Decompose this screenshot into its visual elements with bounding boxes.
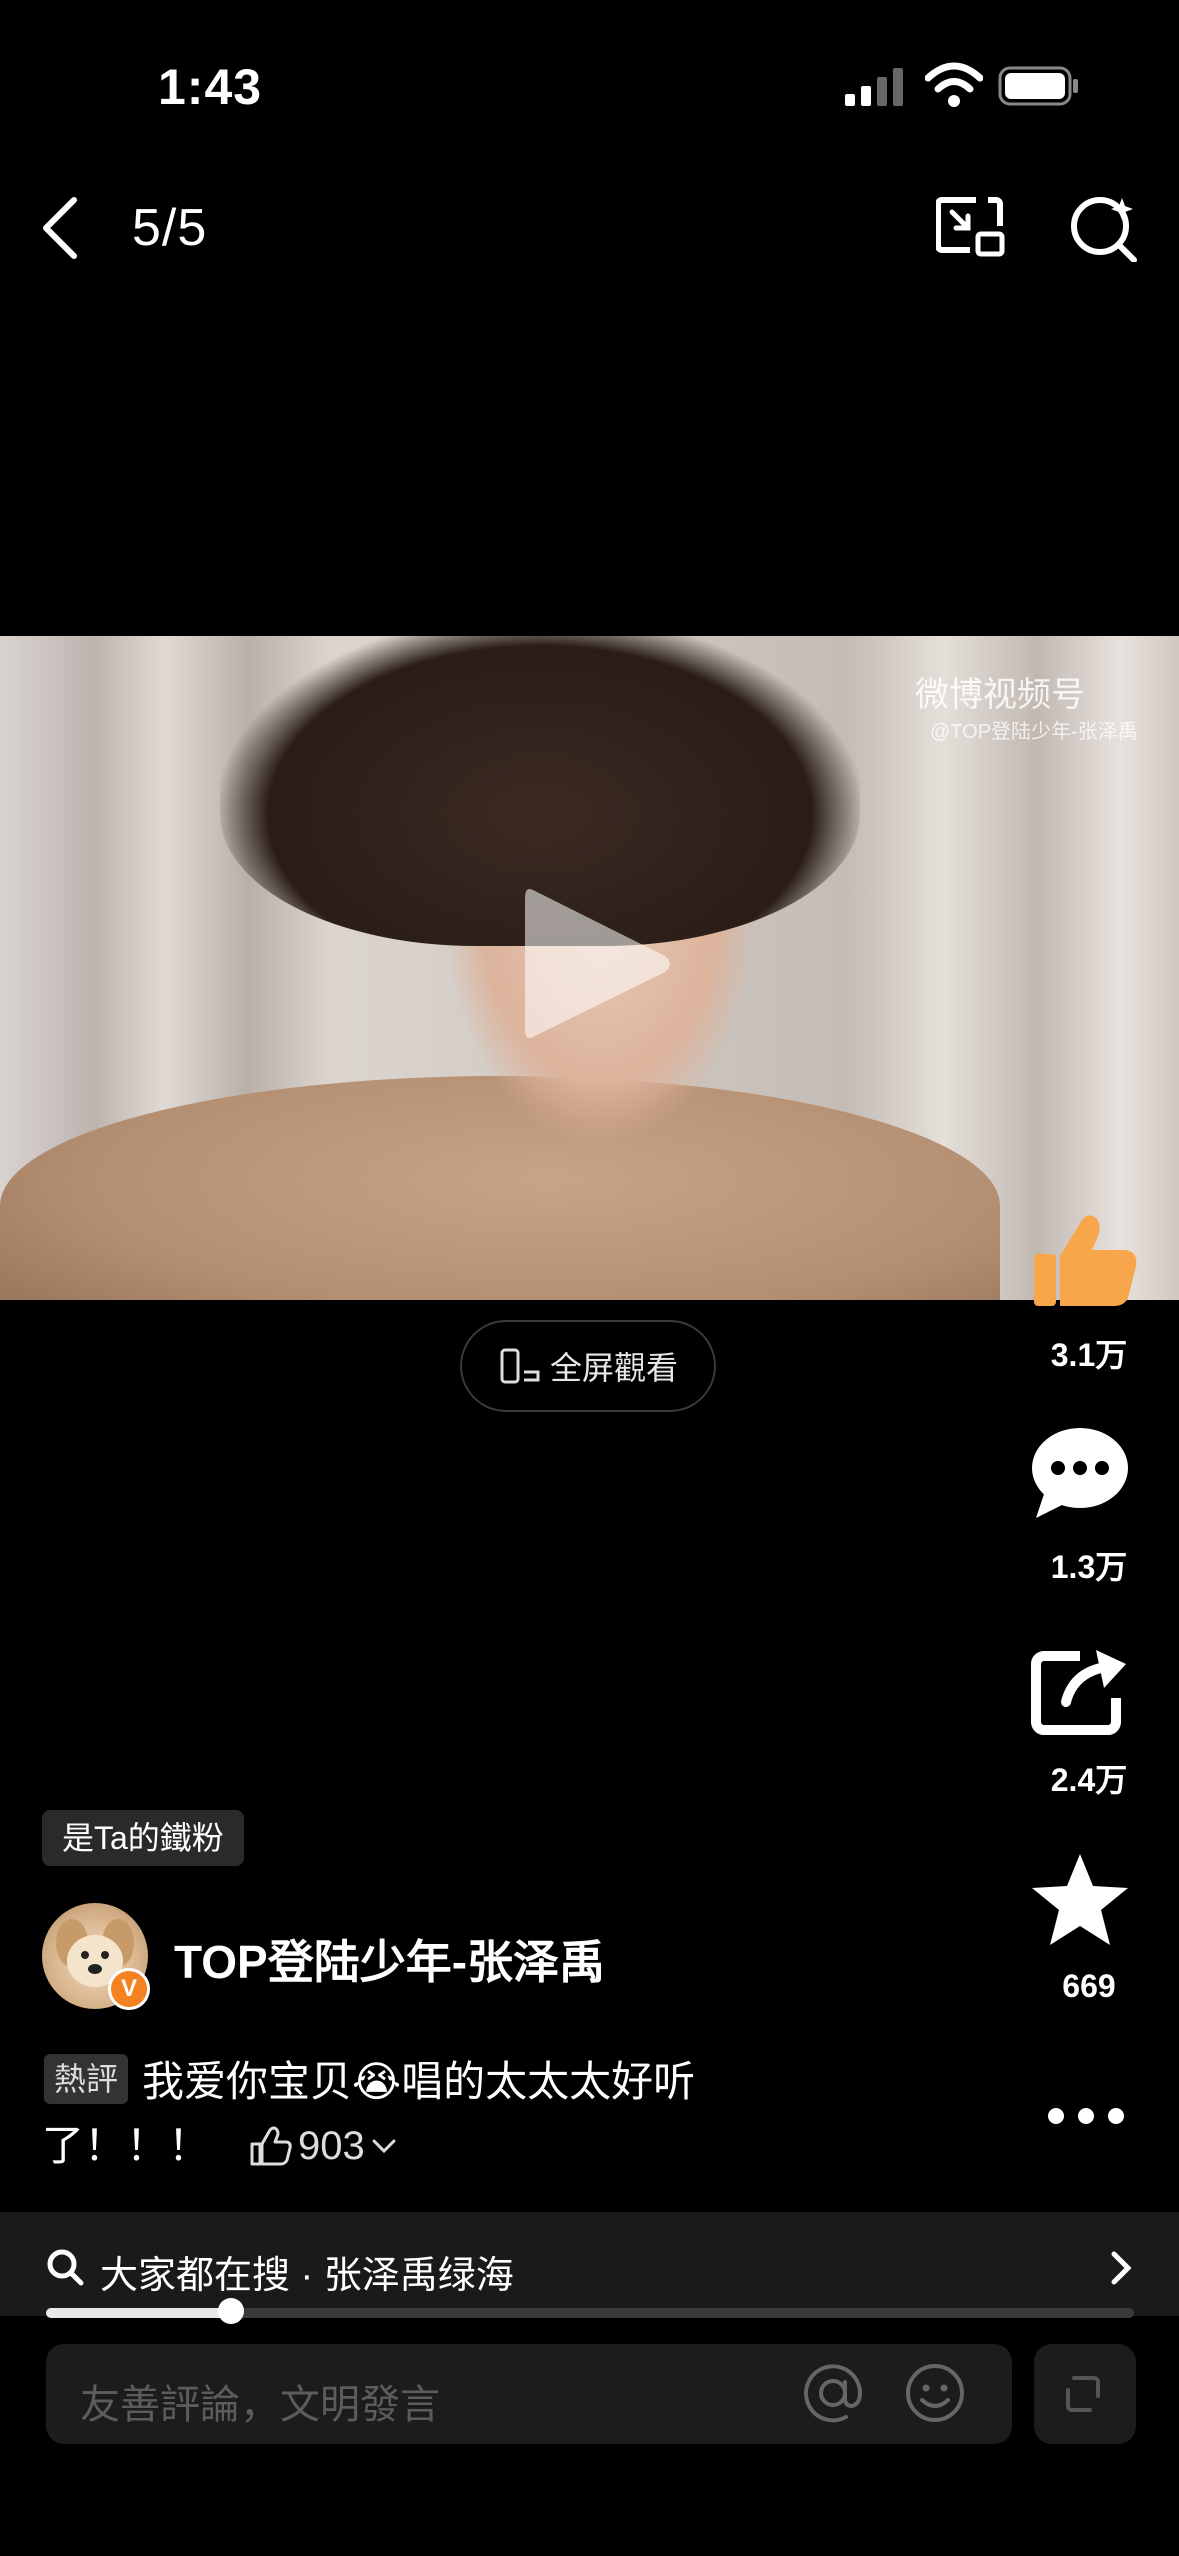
chevron-down-icon (372, 2139, 396, 2154)
hot-comment-like-count: 903 (298, 2124, 365, 2168)
search-suggestion-text[interactable]: 大家都在搜 · 张泽禹绿海 (100, 2244, 514, 2299)
hot-comment-text-line2: 了！！！ (42, 2122, 211, 2169)
search-icon[interactable] (1068, 192, 1138, 262)
image-counter: 5/5 (132, 199, 208, 257)
hot-comment-text-line1[interactable]: 我爱你宝贝😭唱的太太太好听 (142, 2050, 792, 2114)
picture-in-picture-icon[interactable] (936, 196, 1006, 258)
chevron-right-icon[interactable] (1108, 2248, 1136, 2288)
emoji-icon[interactable] (904, 2362, 966, 2424)
battery-icon (998, 66, 1078, 106)
star-icon[interactable] (1030, 1852, 1130, 1948)
hot-comment-line2[interactable]: 了！！！ 903 (42, 2114, 397, 2178)
thumbs-up-icon[interactable] (1030, 1210, 1140, 1310)
weibo-watermark-logo: 微博视频号 (915, 676, 1085, 714)
like-count: 3.1万 (1050, 1337, 1128, 1373)
progress-knob[interactable] (218, 2298, 244, 2324)
comment-icon[interactable] (1030, 1424, 1130, 1520)
play-icon[interactable] (515, 876, 675, 1052)
progress-fill (46, 2308, 231, 2318)
fan-badge: 是Ta的鐵粉 (42, 1810, 244, 1866)
hot-comment-like[interactable]: 903 (250, 2114, 397, 2178)
status-time: 1:43 (158, 59, 263, 115)
rotate-phone-icon (500, 1348, 540, 1384)
hot-comment-tag: 熱評 (44, 2054, 129, 2104)
author-name[interactable]: TOP登陆少年-张泽禹 (174, 1926, 605, 1992)
favorite-count: 669 (1062, 1968, 1116, 2004)
search-small-icon (47, 2249, 84, 2286)
expand-icon (1066, 2376, 1100, 2412)
wifi-icon (925, 62, 983, 107)
comment-count: 1.3万 (1050, 1549, 1128, 1585)
share-count: 2.4万 (1050, 1762, 1128, 1798)
more-icon[interactable] (1046, 2104, 1126, 2128)
mention-icon[interactable] (802, 2362, 864, 2424)
verified-badge: V (108, 1968, 150, 2010)
expand-input-button[interactable] (1034, 2344, 1136, 2444)
fullscreen-label: 全屏觀看 (549, 1350, 678, 1386)
back-icon[interactable] (38, 196, 82, 260)
comment-placeholder: 友善評論，文明發言 (80, 2383, 440, 2427)
thumbs-up-outline-icon (250, 2126, 292, 2166)
cellular-signal-icon (845, 68, 903, 106)
share-icon[interactable] (1030, 1644, 1130, 1736)
weibo-watermark-handle: @TOP登陆少年-张泽禹 (930, 721, 1138, 743)
fullscreen-button[interactable]: 全屏觀看 (460, 1320, 716, 1412)
